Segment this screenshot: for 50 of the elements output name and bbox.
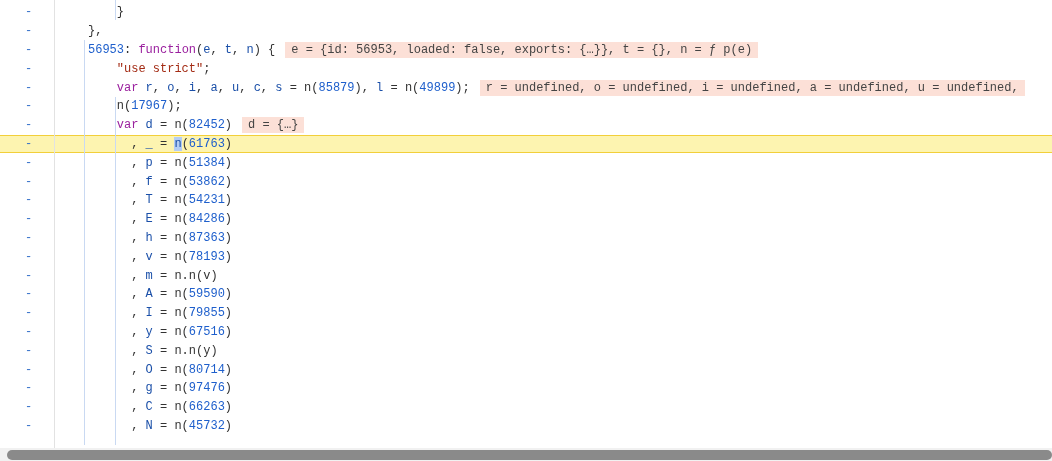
line-marker[interactable]: - [25,80,33,95]
line-marker[interactable]: - [25,137,33,151]
line-marker[interactable]: - [25,24,33,39]
scrollbar-thumb[interactable] [7,449,1052,460]
line-marker[interactable]: - [25,43,33,57]
code-line: , T = n(54231) [130,192,233,210]
code-line: , I = n(79855) [130,305,233,323]
inline-value: e = {id: 56953, loaded: false, exports: {…}}, t = {}, n = ƒ p(e) [285,42,759,58]
line-marker[interactable]: - [25,212,33,227]
code-line: "use strict"; [115,60,211,78]
line-marker[interactable]: - [25,99,33,114]
code-line: , O = n(80714) [130,361,233,379]
code-line: , g = n(97476) [130,380,233,398]
line-marker[interactable]: - [25,362,33,377]
line-marker[interactable]: - [25,118,33,133]
code-line: var d = n(82452) [115,117,233,135]
code-line: , N = n(45732) [130,417,233,435]
line-marker[interactable]: - [25,174,33,189]
code-line: , m = n.n(v) [130,267,218,285]
code-line: , f = n(53862) [130,173,233,191]
line-marker[interactable]: - [25,381,33,396]
code-line: , p = n(51384) [130,154,233,172]
line-marker[interactable]: - [25,155,33,170]
code-line: , y = n(67516) [130,323,233,341]
line-marker[interactable]: - [25,343,33,358]
code-line: , h = n(87363) [130,229,233,247]
code-line: n(17967); [115,98,182,116]
code-line: , E = n(84286) [130,211,233,229]
line-marker[interactable]: - [25,418,33,433]
code-line: var r, o, i, a, u, c, s = n(85879), l = n(49899); [115,79,470,97]
code-line: , C = n(66263) [130,399,233,417]
line-marker[interactable]: - [25,306,33,321]
code-line: , A = n(59590) [130,286,233,304]
inline-value: d = {…} [242,117,305,134]
code-line: } [115,4,124,22]
code-line: , _ = n(61763) [130,135,233,153]
line-marker[interactable]: - [25,193,33,208]
code-line: , v = n(78193) [130,248,233,266]
line-marker[interactable]: - [25,268,33,283]
code-line: }, [88,23,103,41]
line-marker[interactable]: - [25,400,33,415]
line-marker[interactable]: - [25,5,33,20]
code-line: 56953: function(e, t, n) { [88,42,276,59]
line-marker[interactable]: - [25,61,33,76]
line-marker[interactable]: - [25,324,33,339]
line-marker[interactable]: - [25,249,33,264]
line-marker[interactable]: - [25,287,33,302]
line-marker[interactable]: - [25,230,33,245]
code-line: , S = n.n(y) [130,342,218,360]
inline-value: r = undefined, o = undefined, i = undefined, a = undefined, u = undefined, [479,79,1025,96]
